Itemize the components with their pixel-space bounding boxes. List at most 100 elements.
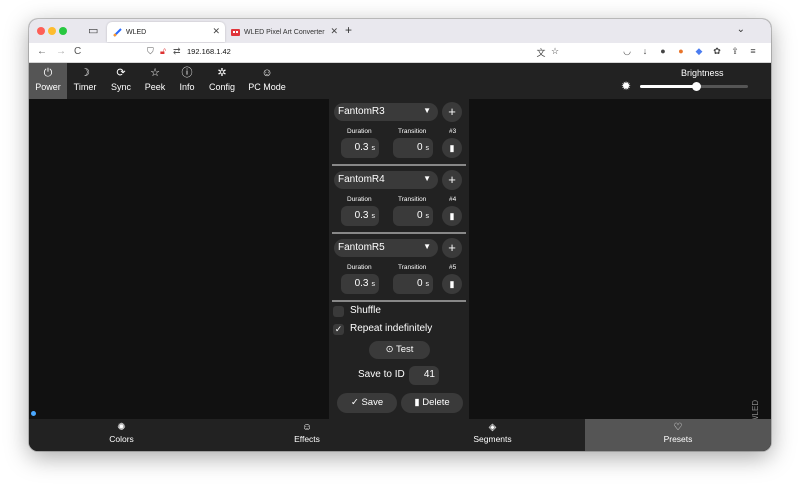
- chevron-down-icon[interactable]: ⌄: [737, 24, 745, 35]
- download-icon[interactable]: ↓: [639, 46, 651, 56]
- delete-button[interactable]: ▮ Delete: [401, 393, 463, 413]
- duration-input[interactable]: 0.3 s: [341, 138, 379, 158]
- forward-arrow-icon[interactable]: →: [56, 46, 66, 57]
- close-window-button[interactable]: [37, 27, 45, 35]
- playlist-editor-panel: FantomR3 ▼ + Duration Transition #3 0.3 s …: [329, 99, 469, 419]
- entry-id-label: #3: [449, 128, 457, 135]
- extension-diamond-icon[interactable]: ◆: [693, 46, 705, 57]
- url-bar[interactable]: 192.168.1.42: [187, 47, 231, 56]
- wled-page: ⏻ Power ☽ Timer ⟳ Sync ☆ Peek ⓘ Info ✲ C…: [29, 63, 771, 451]
- preset-select[interactable]: FantomR5 ▼: [334, 239, 438, 257]
- menu-icon[interactable]: ≡: [747, 46, 759, 56]
- connection-icon[interactable]: ⇄: [173, 46, 181, 57]
- back-arrow-icon[interactable]: ←: [37, 46, 47, 57]
- tab-effects[interactable]: ☺ Effects: [214, 419, 400, 451]
- tab-wled[interactable]: WLED ✕: [107, 22, 225, 42]
- timer-button[interactable]: ☽ Timer: [67, 63, 103, 99]
- checkbox-box: [333, 306, 344, 317]
- config-button[interactable]: ✲ Config: [203, 63, 241, 99]
- reload-icon[interactable]: C: [74, 46, 81, 57]
- power-icon: ⏻: [43, 67, 53, 79]
- duration-label: Duration: [347, 196, 372, 203]
- moon-icon: ☽: [80, 67, 90, 79]
- trash-icon: ▮: [449, 279, 455, 289]
- transition-input[interactable]: 0s: [393, 206, 433, 226]
- duration-label: Duration: [347, 128, 372, 135]
- brightness-slider-thumb[interactable]: [691, 82, 701, 91]
- palette-icon: ✺: [117, 422, 126, 433]
- translate-icon[interactable]: 文: [535, 46, 547, 59]
- trash-icon: ▮: [449, 143, 455, 153]
- extensions-icon[interactable]: ✿: [711, 46, 723, 57]
- tab-list-icon[interactable]: ▭: [88, 24, 102, 37]
- navigation-toolbar: ← → C ⛉ 🔓︎ ⇄ 192.168.1.42 文 ☆ ◡ ↓ ● ● ◆ …: [29, 43, 771, 63]
- transition-label: Transition: [398, 196, 427, 203]
- tab-segments[interactable]: ◈ Segments: [400, 419, 585, 451]
- browser-window: ▭ WLED ✕ WLED Pixel Art Converter ✕ + ⌄ …: [29, 19, 771, 451]
- add-entry-button[interactable]: +: [442, 102, 462, 122]
- smiley-icon: ☺: [261, 67, 273, 79]
- add-entry-button[interactable]: +: [442, 170, 462, 190]
- add-entry-button[interactable]: +: [442, 238, 462, 258]
- entry-divider: [332, 164, 466, 166]
- lock-warning-icon[interactable]: 🔓︎: [160, 46, 166, 57]
- trash-icon: ▮: [449, 211, 455, 221]
- remove-entry-button[interactable]: ▮: [442, 206, 462, 226]
- bottom-navigation: ✺ Colors ☺ Effects ◈ Segments ♡ Presets: [29, 419, 771, 451]
- account-icon[interactable]: ●: [657, 46, 669, 56]
- brightness-sun-icon[interactable]: ✹: [621, 80, 633, 92]
- brightness-slider[interactable]: [640, 82, 748, 91]
- duration-label: Duration: [347, 264, 372, 271]
- new-tab-icon[interactable]: +: [345, 23, 352, 37]
- transition-input[interactable]: 0s: [393, 138, 433, 158]
- playlist-entry: FantomR5 ▼ + Duration Transition #5 0.3 s …: [329, 235, 469, 303]
- entry-id-label: #4: [449, 196, 457, 203]
- heart-icon: ♡: [673, 422, 683, 433]
- preset-id-input[interactable]: 41: [409, 366, 439, 385]
- duration-input[interactable]: 0.3 s: [341, 274, 379, 294]
- remove-entry-button[interactable]: ▮: [442, 274, 462, 294]
- extension-icon[interactable]: ●: [675, 46, 687, 56]
- info-button[interactable]: ⓘ Info: [171, 63, 203, 99]
- star-icon: ☆: [150, 67, 160, 79]
- brightness-label: Brightness: [681, 68, 724, 78]
- entry-divider: [332, 232, 466, 234]
- tab-presets[interactable]: ♡ Presets: [585, 419, 771, 451]
- transition-input[interactable]: 0s: [393, 274, 433, 294]
- remove-entry-button[interactable]: ▮: [442, 138, 462, 158]
- duration-input[interactable]: 0.3 s: [341, 206, 379, 226]
- check-icon: ✓: [350, 397, 359, 408]
- top-navigation: ⏻ Power ☽ Timer ⟳ Sync ☆ Peek ⓘ Info ✲ C…: [29, 63, 771, 99]
- bookmark-star-icon[interactable]: ☆: [549, 46, 561, 57]
- tab-strip: ▭ WLED ✕ WLED Pixel Art Converter ✕ + ⌄: [29, 19, 771, 43]
- pocket-icon[interactable]: ◡: [621, 46, 633, 57]
- gear-icon: ✲: [217, 67, 227, 79]
- transition-label: Transition: [398, 128, 427, 135]
- sync-button[interactable]: ⟳ Sync: [103, 63, 139, 99]
- wled-favicon-icon: [113, 27, 122, 37]
- preset-select[interactable]: FantomR4 ▼: [334, 171, 438, 189]
- power-button[interactable]: ⏻ Power: [29, 63, 67, 99]
- tab-pixel-art-converter[interactable]: WLED Pixel Art Converter ✕: [225, 22, 343, 42]
- close-tab-icon[interactable]: ✕: [212, 26, 220, 37]
- save-button[interactable]: ✓ Save: [337, 393, 397, 413]
- caret-down-icon: ▼: [423, 106, 431, 115]
- shield-icon[interactable]: ⛉: [147, 46, 154, 57]
- sync-icon: ⟳: [116, 67, 126, 79]
- brightness-slider-fill: [640, 85, 697, 88]
- save-to-id-label: Save to ID: [358, 369, 405, 380]
- trash-icon: ▮: [414, 397, 420, 408]
- preset-select[interactable]: FantomR3 ▼: [334, 103, 438, 121]
- peek-button[interactable]: ☆ Peek: [139, 63, 171, 99]
- minimize-window-button[interactable]: [48, 27, 56, 35]
- entry-id-label: #5: [449, 264, 457, 271]
- transition-label: Transition: [398, 264, 427, 271]
- tab-colors[interactable]: ✺ Colors: [29, 419, 214, 451]
- tab-title: WLED: [126, 28, 147, 36]
- test-button[interactable]: ⊙ Test: [369, 341, 430, 359]
- zoom-window-button[interactable]: [59, 27, 67, 35]
- smiley-icon: ☺: [301, 422, 313, 433]
- pc-mode-button[interactable]: ☺ PC Mode: [243, 63, 291, 99]
- close-tab-icon[interactable]: ✕: [330, 26, 338, 37]
- share-icon[interactable]: ⇪: [729, 46, 741, 57]
